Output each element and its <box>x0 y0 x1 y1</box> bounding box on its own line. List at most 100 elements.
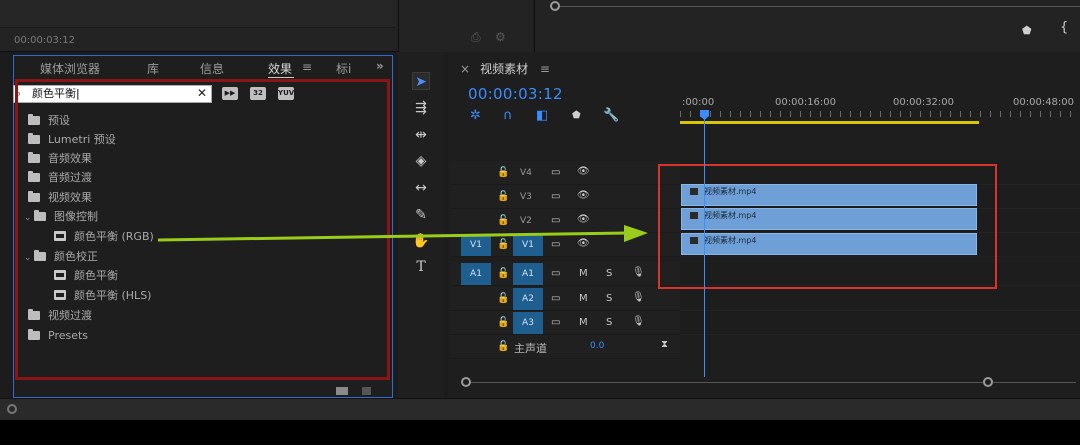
sync-lock-icon[interactable]: ▭ <box>551 293 560 304</box>
go-to-end-icon[interactable]: ⧗ <box>661 339 668 350</box>
program-scrub-track[interactable] <box>555 6 1080 7</box>
eye-icon[interactable]: 👁 <box>577 166 590 177</box>
lock-icon[interactable]: 🔓 <box>497 268 509 279</box>
lock-icon[interactable]: 🔓 <box>497 341 509 352</box>
ripple-edit-tool-icon[interactable]: ⇹ <box>412 126 430 144</box>
export-frame-icon[interactable]: ⎙ <box>471 30 481 45</box>
highlight-box-effects <box>15 79 390 380</box>
type-tool-icon[interactable]: T <box>412 258 430 276</box>
audio-track-lane[interactable] <box>680 287 1080 311</box>
program-monitor-strip <box>534 0 1080 52</box>
track-label[interactable]: V3 <box>520 192 532 202</box>
sequence-tab[interactable]: × 视频素材 ≡ <box>460 60 550 77</box>
status-indicator <box>7 404 17 414</box>
time-ruler[interactable] <box>680 111 1080 117</box>
status-bar <box>0 398 1080 420</box>
sync-lock-icon[interactable]: ▭ <box>551 191 560 202</box>
master-track-header <box>450 335 680 359</box>
ruler-label-0: :00:00 <box>682 97 715 108</box>
delete-icon[interactable] <box>361 387 371 395</box>
audio-track-header <box>450 311 680 335</box>
timeline-scroll-start-handle[interactable] <box>461 377 471 387</box>
overflow-icon[interactable]: » <box>376 59 384 73</box>
timeline-timecode[interactable]: 00:00:03:12 <box>468 85 563 103</box>
program-scrub-handle[interactable] <box>550 1 560 11</box>
pen-tool-icon[interactable]: ✎ <box>412 206 430 224</box>
monitor-controls-strip: ⎙ ⚙ <box>398 0 533 52</box>
work-area-bar[interactable] <box>680 121 979 124</box>
mute-button[interactable]: M <box>579 268 588 279</box>
source-patch[interactable]: V1 <box>461 234 491 256</box>
tab-libraries[interactable]: 库 <box>147 60 159 77</box>
track-label[interactable]: V1 <box>513 234 543 256</box>
highlight-box-clips <box>658 164 997 289</box>
close-tab-icon[interactable]: × <box>460 62 470 76</box>
track-label[interactable]: A2 <box>513 288 543 310</box>
lock-icon[interactable]: 🔓 <box>497 239 509 250</box>
track-label[interactable]: V4 <box>520 168 532 178</box>
sequence-name: 视频素材 <box>480 62 529 76</box>
solo-button[interactable]: S <box>606 317 612 328</box>
mic-icon[interactable]: 🎙 <box>632 292 645 303</box>
timeline-scroll-end-handle[interactable] <box>983 377 993 387</box>
linked-selection-icon[interactable]: ◧ <box>536 108 548 123</box>
bottom-letterbox <box>0 420 1080 445</box>
audio-track-lane[interactable] <box>680 311 1080 335</box>
track-label[interactable]: A1 <box>513 263 543 285</box>
source-patch[interactable]: A1 <box>461 263 491 285</box>
lock-icon[interactable]: 🔓 <box>497 167 509 178</box>
tab-effects[interactable]: 效果 <box>268 60 292 77</box>
solo-button[interactable]: S <box>606 268 612 279</box>
tab-info[interactable]: 信息 <box>200 60 224 77</box>
playhead-line[interactable] <box>704 112 705 377</box>
hand-tool-icon[interactable]: ✋ <box>412 232 430 250</box>
tab-menu-icon[interactable]: ≡ <box>302 60 312 74</box>
mic-icon[interactable]: 🎙 <box>632 316 645 327</box>
mic-icon[interactable]: 🎙 <box>632 267 645 278</box>
sync-lock-icon[interactable]: ▭ <box>551 215 560 226</box>
razor-tool-icon[interactable]: ◈ <box>412 152 430 170</box>
marker-icon[interactable]: ⬟ <box>1022 24 1032 37</box>
sync-lock-icon[interactable]: ▭ <box>551 239 560 250</box>
lock-icon[interactable]: 🔓 <box>497 293 509 304</box>
master-label: 主声道 <box>514 342 547 355</box>
sync-lock-icon[interactable]: ▭ <box>551 317 560 328</box>
mute-button[interactable]: M <box>579 293 588 304</box>
active-tab-underline <box>268 77 294 78</box>
tab-markers[interactable]: 标i <box>336 60 351 77</box>
sync-lock-icon[interactable]: ▭ <box>551 268 560 279</box>
video-track-header <box>450 185 680 209</box>
lock-icon[interactable]: 🔓 <box>497 215 509 226</box>
wrench-icon[interactable]: 🔧 <box>603 108 619 123</box>
sequence-menu-icon[interactable]: ≡ <box>540 62 550 76</box>
video-track-header <box>450 209 680 233</box>
lock-icon[interactable]: 🔓 <box>497 317 509 328</box>
sync-lock-icon[interactable]: ▭ <box>551 167 560 178</box>
track-label[interactable]: V2 <box>520 216 532 226</box>
tab-media-browser[interactable]: 媒体浏览器 <box>40 60 100 77</box>
nest-icon[interactable]: ✲ <box>470 108 481 123</box>
eye-icon[interactable]: 👁 <box>577 238 590 249</box>
slip-tool-icon[interactable]: ↔ <box>412 179 430 197</box>
track-select-tool-icon[interactable]: ⇶ <box>412 99 430 117</box>
panel-footer-icons <box>336 385 381 398</box>
solo-button[interactable]: S <box>606 293 612 304</box>
lock-icon[interactable]: 🔓 <box>497 191 509 202</box>
add-marker-icon[interactable]: ⬟ <box>572 110 581 121</box>
settings-icon[interactable]: ⚙ <box>495 30 506 44</box>
new-bin-icon[interactable] <box>336 387 348 395</box>
eye-icon[interactable]: 👁 <box>577 214 590 225</box>
ruler-label-32: 00:00:32:00 <box>893 97 955 108</box>
eye-icon[interactable]: 👁 <box>577 190 590 201</box>
ruler-label-16: 00:00:16:00 <box>775 97 837 108</box>
selection-tool-icon[interactable]: ➤ <box>412 72 430 90</box>
audio-track-header <box>450 287 680 311</box>
mute-button[interactable]: M <box>579 317 588 328</box>
snap-icon[interactable]: ∩ <box>503 108 513 123</box>
brace-icon[interactable]: { <box>1060 20 1068 35</box>
source-timecode: 00:00:03:12 <box>14 35 76 46</box>
video-track-header <box>450 161 680 185</box>
master-volume-value[interactable]: 0.0 <box>590 341 604 351</box>
ruler-label-48: 00:00:48:00 <box>1013 97 1075 108</box>
track-label[interactable]: A3 <box>513 312 543 334</box>
